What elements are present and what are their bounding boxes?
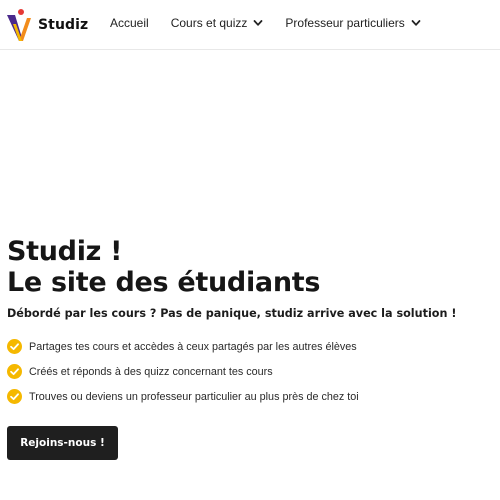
hero-subtitle: Débordé par les cours ? Pas de panique, … [7,307,457,320]
check-circle-icon [7,364,22,379]
nav-item-label: Professeur particuliers [285,16,405,30]
nav-item-label: Cours et quizz [170,16,248,30]
feature-item: Partages tes cours et accèdes à ceux par… [7,334,493,359]
check-circle-icon [7,339,22,354]
studiz-logo [7,9,31,41]
nav-item-cours-quizz[interactable]: Cours et quizz [171,16,264,30]
hero-title: Studiz ! Le site des étudiants [7,236,493,298]
hero-section: Studiz ! Le site des étudiants Débordé p… [7,236,493,409]
nav-item-accueil[interactable]: Accueil [110,16,149,30]
main-nav: Accueil Cours et quizz Professeur partic… [110,0,443,46]
nav-item-professeur[interactable]: Professeur particuliers [285,16,421,30]
hero-title-line1: Studiz ! [7,236,123,267]
feature-text: Partages tes cours et accèdes à ceux par… [29,340,357,353]
nav-item-label: Accueil [110,16,149,30]
feature-list: Partages tes cours et accèdes à ceux par… [7,334,493,409]
check-circle-icon [7,389,22,404]
brand-name: Studiz [38,17,89,33]
join-us-button[interactable]: Rejoins-nous ! [7,426,118,460]
chevron-down-icon [253,20,263,26]
feature-text: Trouves ou deviens un professeur particu… [29,390,359,403]
chevron-down-icon [411,20,421,26]
feature-text: Créés et réponds à des quizz concernant … [29,365,273,378]
feature-item: Trouves ou deviens un professeur particu… [7,384,493,409]
feature-item: Créés et réponds à des quizz concernant … [7,359,493,384]
site-header: Studiz Accueil Cours et quizz Professeur… [0,0,500,50]
brand-link[interactable]: Studiz [6,8,88,42]
hero-title-line2: Le site des étudiants [7,267,321,298]
